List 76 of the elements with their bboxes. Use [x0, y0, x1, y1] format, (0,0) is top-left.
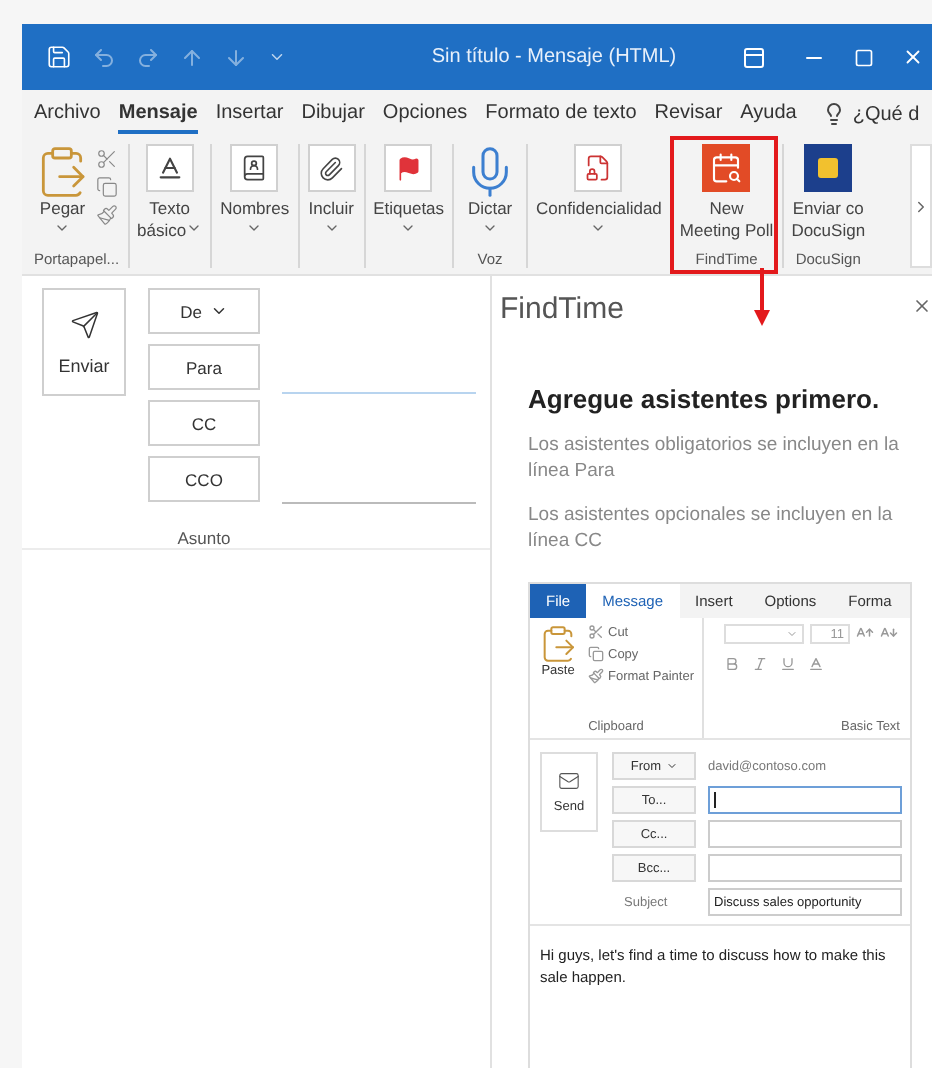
menu-tab[interactable]: Opciones — [382, 95, 468, 133]
ribbon-button[interactable]: Enviar co DocuSign — [791, 144, 866, 250]
paperclip-icon — [307, 144, 356, 192]
close-icon[interactable] — [912, 296, 932, 316]
ribbon-button[interactable]: Etiquetas — [373, 144, 445, 250]
recipient-button[interactable]: Para — [148, 344, 260, 390]
recipient-input[interactable] — [708, 820, 902, 848]
recipient-input[interactable] — [708, 854, 902, 882]
menu-tab[interactable]: Ayuda — [740, 95, 797, 133]
docusign-icon — [804, 144, 853, 192]
pane-text: Los asistentes obligatorios se incluyen en la línea Para — [528, 432, 901, 484]
button-label: Texto básico — [137, 198, 203, 242]
button-label: Incluir — [308, 198, 354, 220]
pane-title: FindTime — [500, 292, 624, 326]
callout-arrow — [754, 268, 770, 328]
copy-icon — [588, 646, 604, 662]
tell-me-field[interactable]: ¿Qué d — [852, 103, 920, 125]
ribbon-button[interactable]: Incluir — [307, 144, 356, 250]
button-label: New Meeting Poll — [679, 198, 774, 242]
menu-tab[interactable]: Revisar — [654, 95, 723, 133]
recipient-button[interactable]: De — [148, 288, 260, 334]
send-icon — [69, 309, 99, 339]
paintbrush-icon — [588, 668, 604, 684]
lightbulb-icon[interactable] — [822, 102, 847, 126]
save-icon[interactable] — [46, 44, 72, 70]
close-icon[interactable] — [902, 46, 924, 68]
ribbon-display-icon[interactable] — [742, 45, 766, 69]
menu-tab[interactable]: Archivo — [34, 95, 101, 133]
redo-icon[interactable] — [136, 45, 160, 69]
menu-tab[interactable]: Mensaje — [118, 95, 198, 133]
pane-text: Los asistentes opcionales se incluyen en la línea CC — [528, 502, 895, 554]
bold-icon[interactable] — [724, 656, 740, 672]
font-color-icon[interactable] — [808, 656, 824, 672]
maximize-icon[interactable] — [854, 47, 874, 67]
recipient-button[interactable]: CCO — [148, 456, 260, 502]
undo-icon[interactable] — [92, 45, 116, 69]
customize-icon[interactable] — [268, 48, 286, 66]
button-label: Etiquetas — [373, 198, 445, 220]
menu-tab[interactable]: Dibujar — [301, 95, 365, 133]
paintbrush-icon[interactable] — [96, 204, 119, 226]
copy-icon[interactable] — [96, 176, 119, 198]
envelope-icon — [558, 770, 580, 792]
button-label: Dictar — [467, 198, 513, 220]
text-format-icon — [145, 144, 194, 192]
ribbon-button[interactable]: New Meeting Poll — [679, 144, 774, 250]
button-label: Enviar co DocuSign — [791, 198, 866, 242]
down-arrow-icon[interactable] — [224, 45, 248, 69]
address-book-icon — [230, 144, 279, 192]
ribbon-button[interactable]: Dictar — [462, 144, 519, 250]
underline-icon[interactable] — [780, 656, 796, 672]
flag-icon — [384, 144, 433, 192]
pane-heading: Agregue asistentes primero. — [528, 384, 882, 414]
ribbon-button[interactable]: Confidencialidad — [536, 144, 662, 250]
button-label: Nombres — [220, 198, 290, 220]
calendar-search-icon — [702, 144, 751, 192]
document-lock-icon — [574, 144, 623, 192]
ribbon-button[interactable]: Pegar — [34, 144, 91, 250]
up-arrow-icon[interactable] — [180, 45, 204, 69]
menu-tab[interactable]: Formato de texto — [485, 95, 637, 133]
button-label: Confidencialidad — [536, 198, 662, 220]
ribbon-button[interactable]: Texto básico — [137, 144, 203, 250]
scissors-icon[interactable] — [96, 148, 119, 170]
window-title: Sin título - Mensaje (HTML) — [429, 46, 679, 68]
highlight-frame — [669, 136, 778, 274]
caret-icon — [665, 760, 678, 772]
caret-icon — [786, 628, 798, 640]
scissors-icon — [588, 624, 604, 640]
subject-label: Asunto — [175, 528, 233, 548]
ribbon-button[interactable]: Nombres — [220, 144, 290, 250]
paste-icon — [538, 624, 578, 664]
send-button[interactable]: Enviar — [42, 288, 126, 396]
menu-tab[interactable]: Insertar — [215, 95, 284, 133]
recipient-input[interactable] — [708, 786, 902, 814]
recipient-button[interactable]: CC — [148, 400, 260, 446]
button-label: Pegar — [39, 198, 86, 220]
italic-icon[interactable] — [752, 656, 768, 672]
